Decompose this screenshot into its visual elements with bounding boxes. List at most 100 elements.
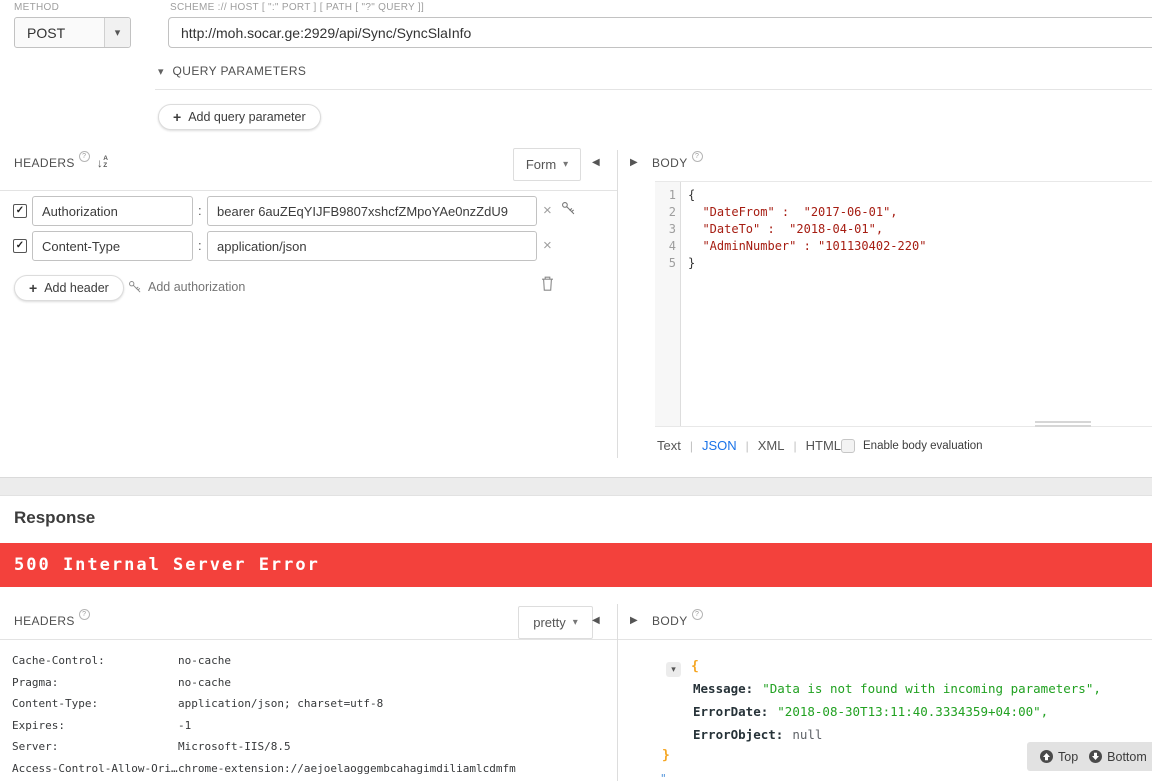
section-separator [0,477,1152,496]
method-value: POST [15,25,104,41]
rest-client-app: METHOD SCHEME :// HOST [ ":" PORT ] [ PA… [0,0,1152,781]
scroll-top-label: Top [1058,750,1078,764]
request-headers-title: HEADERS ? ↓ AZ [14,156,108,170]
divider [618,639,1152,640]
header-enabled-checkbox[interactable]: ✓ [13,239,27,253]
json-key: ErrorObject: [693,727,783,742]
response-header-value: no-cache [178,654,231,667]
tab-json[interactable]: JSON [702,438,737,453]
circle-down-arrow-icon [1089,750,1102,763]
add-authorization-link[interactable]: Add authorization [129,280,245,294]
panel-splitter[interactable] [617,150,618,458]
line-number: 3 [655,221,676,238]
line-number: 4 [655,238,676,255]
response-header-row: Cache-Control:no-cache [12,654,231,667]
header-name-input[interactable] [32,196,193,226]
colon-separator: : [198,238,202,253]
remove-header-icon[interactable]: × [543,203,552,218]
tab-html[interactable]: HTML [806,438,841,453]
tab-text[interactable]: Text [657,438,681,453]
json-entry: ErrorDate: "2018-08-30T13:11:40.3334359+0… [693,704,1048,719]
json-value: "2018-08-30T13:11:40.3334359+04:00", [777,704,1048,719]
line-number: 5 [655,255,676,272]
body-title-text: BODY [652,156,688,170]
url-input[interactable] [168,17,1152,48]
divider [0,190,617,191]
chevron-down-icon: ▾ [573,617,578,628]
query-parameters-toggle[interactable]: ▾ QUERY PARAMETERS [158,64,306,78]
code-line: "DateTo" : "2018-04-01", [688,221,926,238]
add-query-parameter-button[interactable]: + Add query parameter [158,104,321,130]
chevron-down-icon[interactable]: ▾ [104,18,130,47]
response-header-value: application/json; charset=utf-8 [178,697,383,710]
header-value-input[interactable] [207,196,537,226]
line-number: 2 [655,204,676,221]
header-value-input[interactable] [207,231,537,261]
response-header-name: Content-Type: [12,697,178,710]
colon-separator: : [198,203,202,218]
delete-headers-icon[interactable] [541,276,554,296]
response-header-row: Expires:-1 [12,719,191,732]
header-name-input[interactable] [32,231,193,261]
json-close-brace: } [662,748,670,763]
tab-xml[interactable]: XML [758,438,785,453]
method-label: METHOD [14,2,59,13]
scroll-buttons-bar: Top Bottom [1027,742,1152,771]
response-header-value: -1 [178,719,191,732]
expand-right-panel-icon[interactable]: ▶ [630,615,638,626]
header-enabled-checkbox[interactable]: ✓ [13,204,27,218]
editor-resize-handle[interactable] [1035,421,1091,429]
help-icon[interactable]: ? [79,609,90,620]
collapse-left-panel-icon[interactable]: ◀ [592,615,600,626]
json-entry: ErrorObject: null [693,727,822,742]
add-header-label: Add header [44,281,109,295]
request-body-editor[interactable]: 1 2 3 4 5 { "DateFrom" : "2017-06-01", "… [655,181,1152,427]
method-select[interactable]: POST ▾ [14,17,131,48]
collapse-left-panel-icon[interactable]: ◀ [592,157,600,168]
response-header-name: Cache-Control: [12,654,178,667]
request-body-title: BODY ? [652,156,703,170]
headers-view-mode-dropdown[interactable]: Form ▾ [513,148,581,181]
json-key: Message: [693,681,753,696]
json-value: null [792,727,822,742]
response-header-name: Pragma: [12,676,178,689]
json-entry: Message:"Data is not found with incoming… [693,681,1101,696]
headers-title-text: HEADERS [14,156,75,170]
add-header-button[interactable]: + Add header [14,275,124,301]
help-icon[interactable]: ? [692,151,703,162]
panel-splitter[interactable] [617,604,618,781]
scroll-bottom-button[interactable]: Bottom [1089,750,1152,764]
json-key: ErrorDate: [693,704,768,719]
query-parameters-title: QUERY PARAMETERS [173,64,307,78]
help-icon[interactable]: ? [79,151,90,162]
add-authorization-label: Add authorization [148,280,245,294]
response-header-name: Server: [12,740,178,753]
key-icon [129,281,142,294]
line-number: 1 [655,187,676,204]
collapse-json-node-icon[interactable]: ▾ [666,662,681,677]
remove-header-icon[interactable]: × [543,238,552,253]
help-icon[interactable]: ? [692,609,703,620]
headers-title-text: HEADERS [14,614,75,628]
code-line: } [688,255,926,272]
url-scheme-label: SCHEME :// HOST [ ":" PORT ] [ PATH [ "?… [170,2,424,13]
chevron-down-icon: ▾ [158,65,164,78]
response-title: Response [14,508,95,528]
response-header-name: Access-Control-Allow-Ori… [12,762,178,775]
response-header-row: Server:Microsoft-IIS/8.5 [12,740,291,753]
response-header-name: Expires: [12,719,178,732]
code-line: "DateFrom" : "2017-06-01", [688,204,926,221]
expand-right-panel-icon[interactable]: ▶ [630,157,638,168]
json-overflow-fragment: " [660,772,667,781]
response-view-mode-dropdown[interactable]: pretty ▾ [518,606,593,639]
divider [0,639,617,640]
response-headers-title: HEADERS ? [14,614,90,628]
response-header-value: Microsoft-IIS/8.5 [178,740,291,753]
code-line: { [688,187,926,204]
scroll-top-button[interactable]: Top [1040,750,1089,764]
authorization-key-icon[interactable] [562,202,576,221]
circle-up-arrow-icon [1040,750,1053,763]
code-line: "AdminNumber" : "101130402-220" [688,238,926,255]
sort-headers-icon[interactable]: ↓ AZ [97,156,109,169]
enable-body-evaluation-checkbox[interactable] [841,439,855,453]
